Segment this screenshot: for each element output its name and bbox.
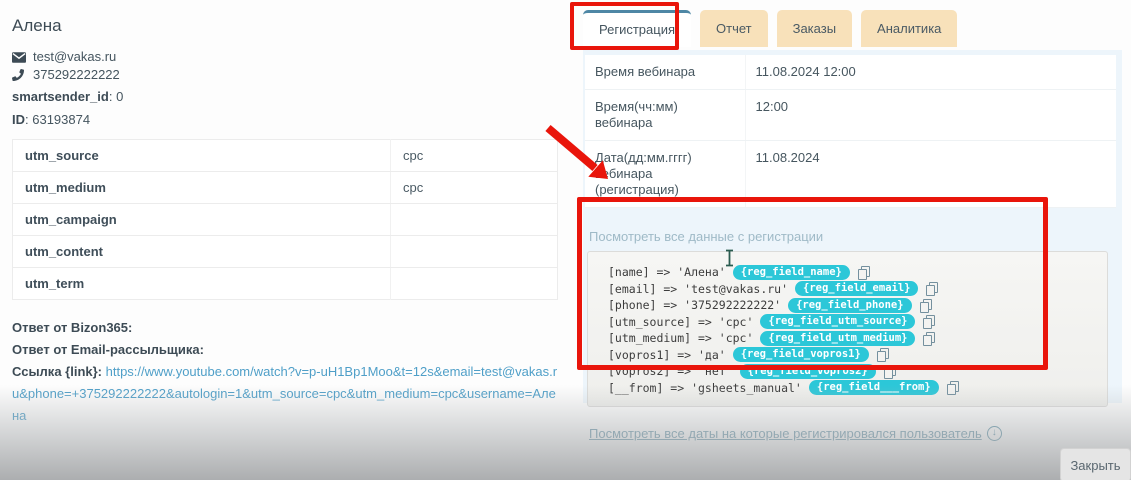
webinar-key: Время(чч:мм) вебинара xyxy=(585,90,745,141)
expand-dates-icon[interactable]: ↓ xyxy=(987,426,1002,441)
email-icon xyxy=(12,52,28,63)
copy-icon[interactable] xyxy=(858,266,869,279)
webinar-key: Время вебинара xyxy=(585,55,745,90)
field-template-badge: {reg_field_vopros1} xyxy=(733,347,869,362)
field-template-badge: {reg_field_name} xyxy=(733,265,850,280)
utm-value: cpc xyxy=(391,140,558,172)
table-row: utm_term xyxy=(13,268,558,300)
utm-value xyxy=(391,204,558,236)
utm-key: utm_source xyxy=(13,140,391,172)
field-text: [utm_medium] => 'cpc' xyxy=(608,331,753,345)
user-info-panel: Алена test@vakas.ru 375292222222 smartse… xyxy=(12,12,558,427)
responses-section: Ответ от Bizon365: Ответ от Email-рассыл… xyxy=(12,317,558,427)
field-text: [__from] => 'gsheets_manual' xyxy=(608,381,802,395)
field-template-badge: {reg_field_email} xyxy=(795,281,918,296)
registration-field-row: [utm_source] => 'cpc' {reg_field_utm_sour… xyxy=(608,314,1099,331)
registration-field-row: [vopros1] => 'да' {reg_field_vopros1} xyxy=(608,347,1099,364)
user-email: test@vakas.ru xyxy=(33,48,116,66)
copy-icon[interactable] xyxy=(923,315,934,328)
copy-icon[interactable] xyxy=(923,332,934,345)
field-text: [email] => 'test@vakas.ru' xyxy=(608,282,788,296)
registration-field-row: [utm_medium] => 'cpc' {reg_field_utm_medi… xyxy=(608,330,1099,347)
copy-icon[interactable] xyxy=(947,381,958,394)
utm-key: utm_campaign xyxy=(13,204,391,236)
table-row: utm_mediumcpc xyxy=(13,172,558,204)
view-all-dates-link[interactable]: Посмотреть все даты на которые регистрир… xyxy=(589,426,982,441)
utm-value: cpc xyxy=(391,172,558,204)
registration-tab-panel: Время вебинара11.08.2024 12:00 Время(чч:… xyxy=(583,50,1122,403)
webinar-info-table: Время вебинара11.08.2024 12:00 Время(чч:… xyxy=(585,55,1116,208)
tab-registration[interactable]: Регистрация xyxy=(583,10,691,47)
webinar-value: 11.08.2024 12:00 xyxy=(745,55,1116,90)
tab-report[interactable]: Отчет xyxy=(700,10,768,47)
utm-key: utm_term xyxy=(13,268,391,300)
user-phone-row: 375292222222 xyxy=(12,66,558,84)
field-text: [utm_source] => 'cpc' xyxy=(608,315,753,329)
registration-fields-block: [name] => 'Алена' {reg_field_name} [email… xyxy=(587,251,1108,407)
webinar-value: 12:00 xyxy=(745,90,1116,141)
table-row: utm_content xyxy=(13,236,558,268)
table-row: utm_sourcecpc xyxy=(13,140,558,172)
webinar-value: 11.08.2024 xyxy=(745,141,1116,208)
tab-orders[interactable]: Заказы xyxy=(777,10,852,47)
copy-icon[interactable] xyxy=(926,282,937,295)
smartsender-id-label: smartsender_id xyxy=(12,89,109,104)
view-all-registration-data-link[interactable]: Посмотреть все данные с регистрации xyxy=(589,229,823,244)
field-text: [vopros2] => 'нет' xyxy=(608,364,733,378)
registration-field-row: [vopros2] => 'нет' {reg_field_vopros2} xyxy=(608,363,1099,380)
utm-key: utm_medium xyxy=(13,172,391,204)
tab-bar: Регистрация Отчет Заказы Аналитика xyxy=(583,10,957,47)
field-text: [phone] => '375292222222' xyxy=(608,298,781,312)
field-template-badge: {reg_field_vopros2} xyxy=(740,364,876,379)
table-row: utm_campaign xyxy=(13,204,558,236)
copy-icon[interactable] xyxy=(920,299,931,312)
user-id-row: ID: 63193874 xyxy=(12,112,558,128)
field-template-badge: {reg_field_utm_medium} xyxy=(760,331,915,346)
utm-table: utm_sourcecpc utm_mediumcpc utm_campaign… xyxy=(12,139,558,300)
registration-field-row: [name] => 'Алена' {reg_field_name} xyxy=(608,264,1099,281)
copy-icon[interactable] xyxy=(877,348,888,361)
link-label: Ссылка {link}: xyxy=(12,364,102,379)
email-sender-response-label: Ответ от Email-рассыльщика: xyxy=(12,342,204,357)
bizon-response-label: Ответ от Bizon365: xyxy=(12,320,132,335)
registration-field-row: [phone] => '375292222222' {reg_field_phon… xyxy=(608,297,1099,314)
close-button[interactable]: Закрыть xyxy=(1060,448,1131,480)
user-phone: 375292222222 xyxy=(33,66,120,84)
registration-field-row: [__from] => 'gsheets_manual' {reg_field__… xyxy=(608,380,1099,397)
table-row: Время(чч:мм) вебинара12:00 xyxy=(585,90,1116,141)
user-email-row: test@vakas.ru xyxy=(12,48,558,66)
webinar-key: Дата(дд:мм.гггг) вебинара (регистрация) xyxy=(585,141,745,208)
phone-icon xyxy=(12,69,28,81)
utm-value xyxy=(391,236,558,268)
utm-value xyxy=(391,268,558,300)
table-row: Время вебинара11.08.2024 12:00 xyxy=(585,55,1116,90)
field-text: [name] => 'Алена' xyxy=(608,265,726,279)
tab-analytics[interactable]: Аналитика xyxy=(861,10,957,47)
user-id-value: 63193874 xyxy=(29,112,90,127)
view-all-dates-row: Посмотреть все даты на которые регистрир… xyxy=(589,426,1116,441)
field-text: [vopros1] => 'да' xyxy=(608,348,726,362)
smartsender-id-value: 0 xyxy=(112,89,123,104)
field-template-badge: {reg_field_utm_source} xyxy=(760,314,915,329)
user-name: Алена xyxy=(12,16,558,36)
user-id-label: ID xyxy=(12,112,25,127)
utm-key: utm_content xyxy=(13,236,391,268)
field-template-badge: {reg_field___from} xyxy=(809,380,939,395)
field-template-badge: {reg_field_phone} xyxy=(788,298,911,313)
smartsender-id-row: smartsender_id: 0 xyxy=(12,89,558,105)
copy-icon[interactable] xyxy=(884,365,895,378)
registration-field-row: [email] => 'test@vakas.ru' {reg_field_ema… xyxy=(608,281,1099,298)
table-row: Дата(дд:мм.гггг) вебинара (регистрация)1… xyxy=(585,141,1116,208)
